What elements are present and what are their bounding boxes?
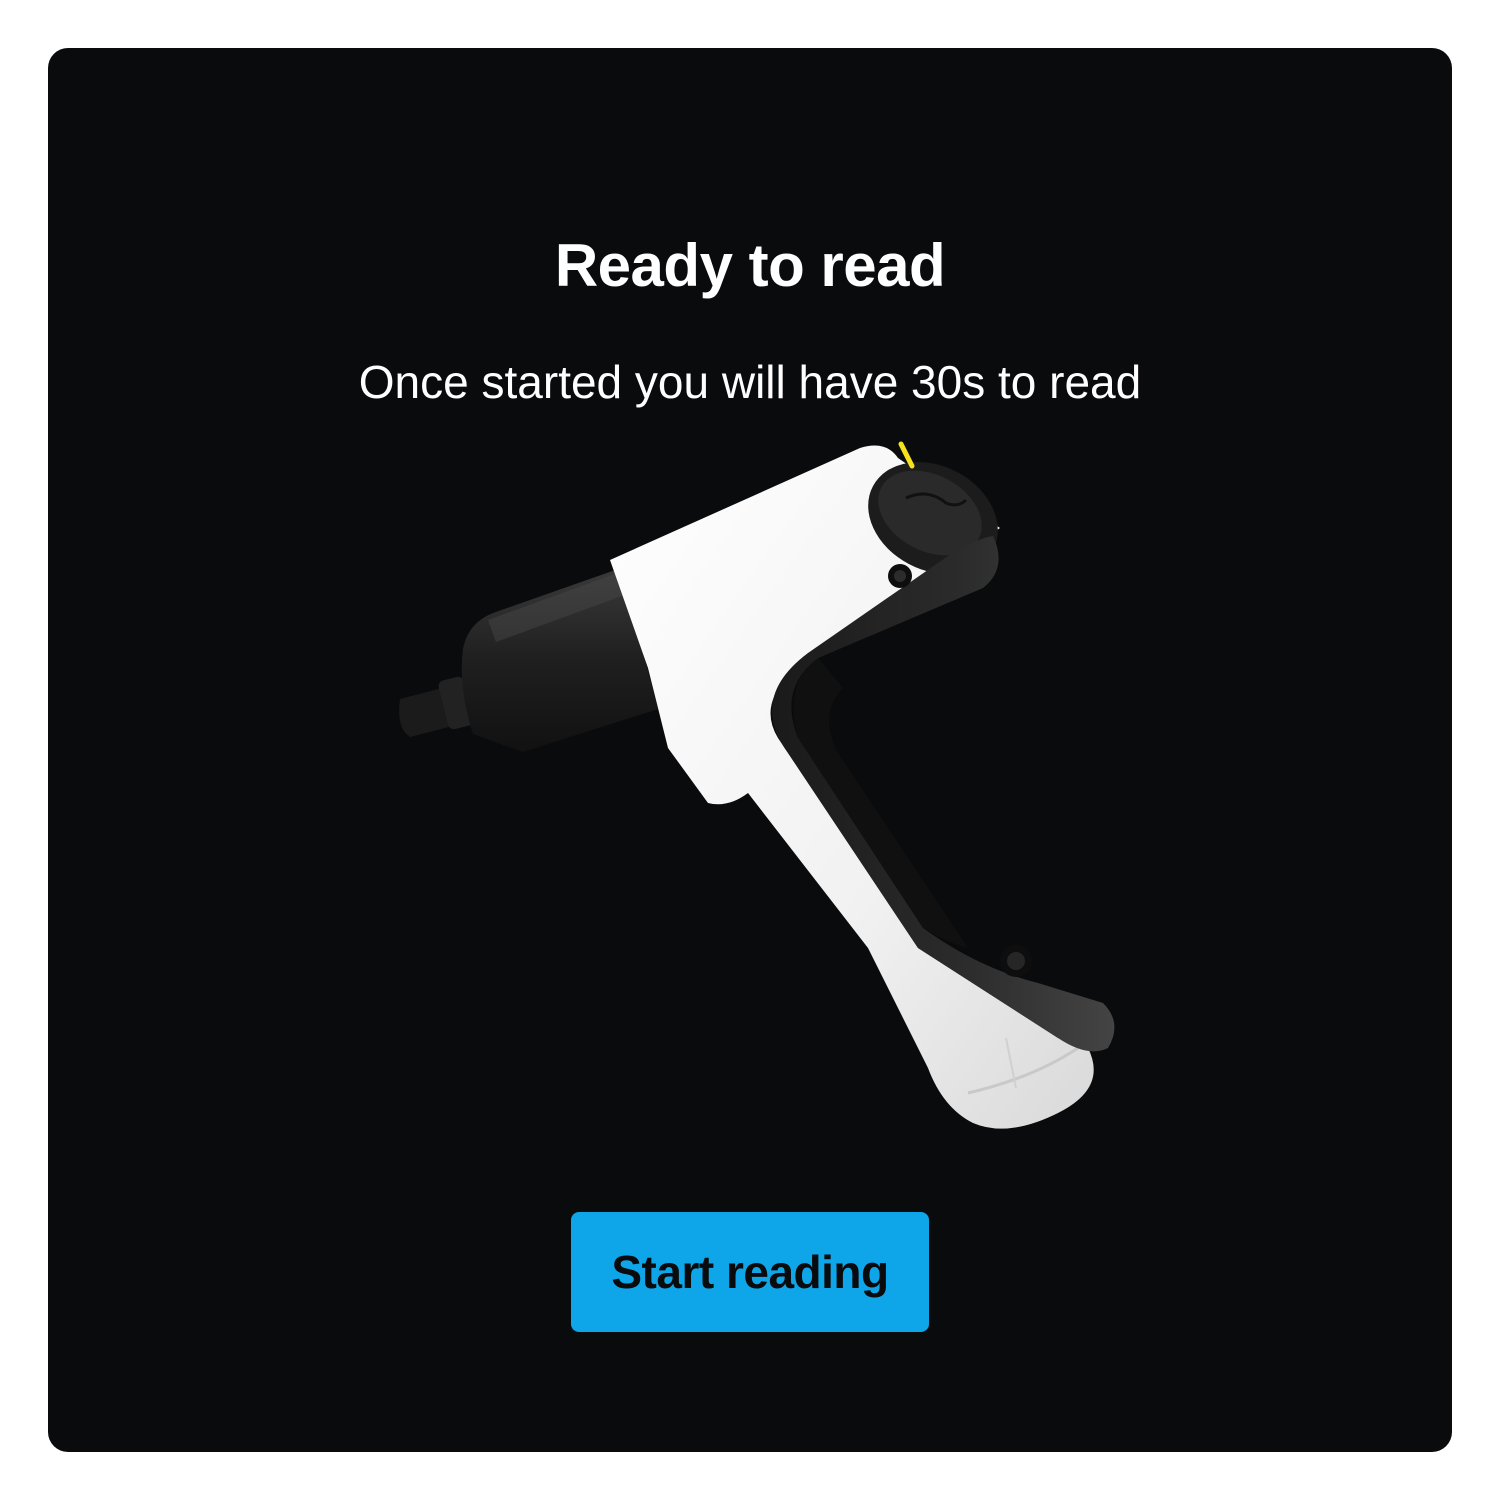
- start-reading-button[interactable]: Start reading: [571, 1212, 929, 1332]
- dialog-subtitle: Once started you will have 30s to read: [358, 356, 1142, 408]
- read-dialog-card: Ready to read Once started you will have…: [48, 48, 1452, 1452]
- reader-device-image: [399, 441, 1115, 1129]
- dialog-title: Ready to read: [554, 232, 946, 299]
